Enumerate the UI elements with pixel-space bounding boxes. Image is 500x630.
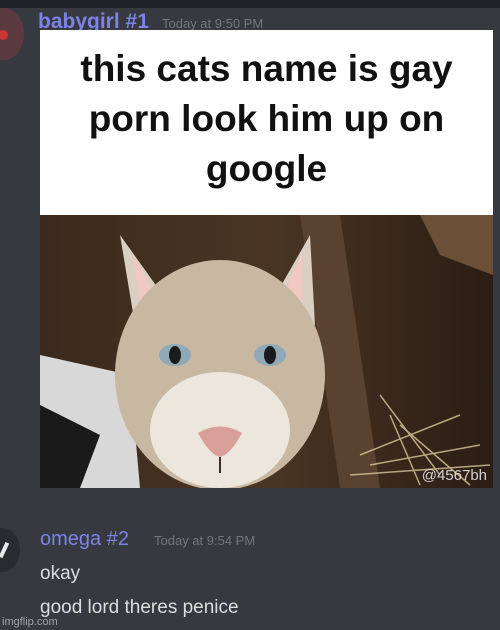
top-bar [0, 0, 500, 8]
message-timestamp: Today at 9:50 PM [162, 16, 264, 31]
message-text: okay [40, 563, 81, 584]
message-username[interactable]: omega #2 [40, 528, 129, 551]
footer-watermark: imgflip.com [2, 616, 58, 628]
message-text: good lord theres penice [40, 597, 239, 618]
meme-caption: this cats name is gay porn look him up o… [40, 30, 493, 215]
cougar-illustration [40, 215, 493, 488]
cougar-photo: @4567bh [40, 215, 493, 488]
avatar[interactable] [0, 8, 24, 60]
watermark: @4567bh [421, 467, 487, 484]
image-attachment[interactable]: this cats name is gay porn look him up o… [40, 30, 493, 488]
message-timestamp: Today at 9:54 PM [154, 533, 256, 548]
avatar[interactable] [0, 528, 20, 572]
